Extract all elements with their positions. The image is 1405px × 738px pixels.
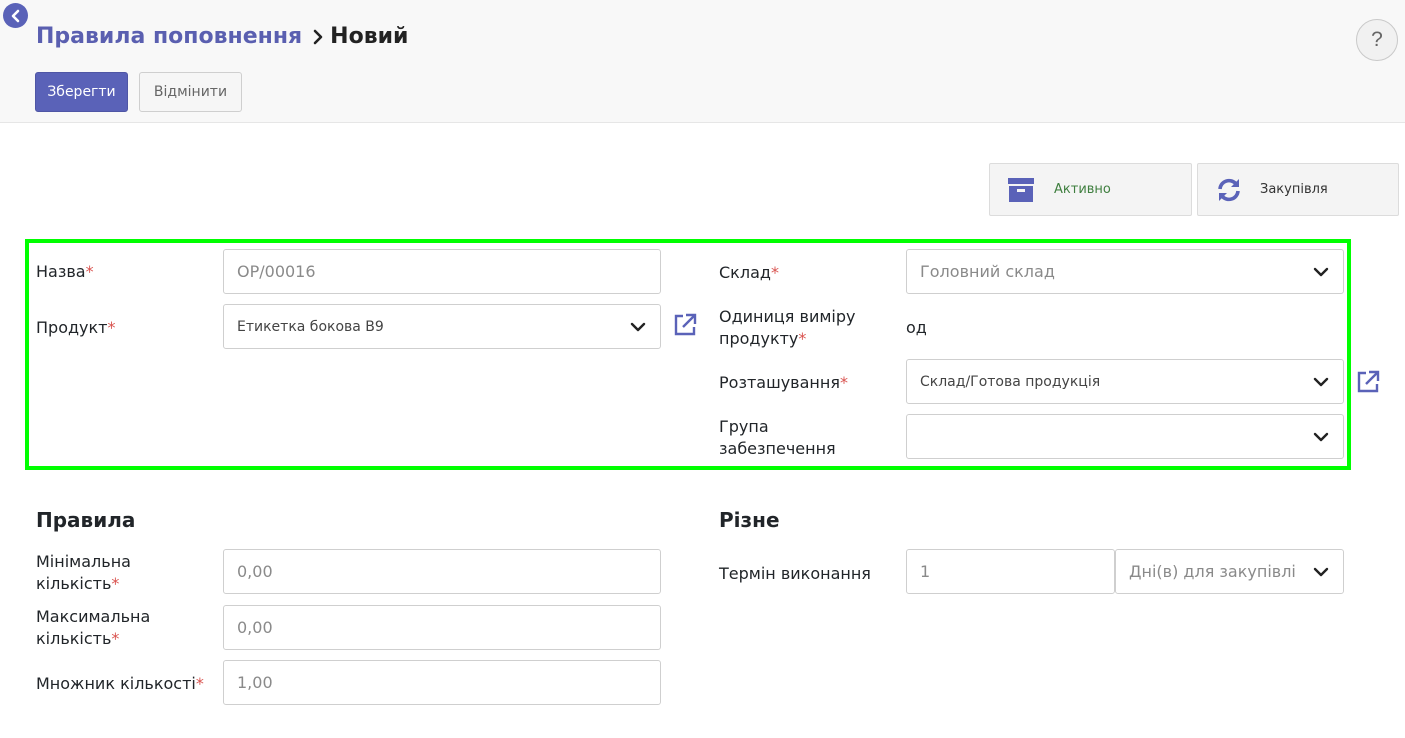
active-toggle-button[interactable]: Активно [989,163,1192,216]
group-select[interactable] [906,414,1344,459]
procurement-button[interactable]: Закупівля [1197,163,1399,216]
chevron-down-icon [1313,377,1329,387]
uom-label: Одиниця виміру продукту* [719,307,856,348]
chevron-down-icon [1313,567,1329,577]
warehouse-label: Склад* [719,263,779,282]
save-button[interactable]: Зберегти [35,72,128,112]
location-select[interactable]: Склад/Готова продукція [906,359,1344,404]
active-label: Активно [1054,182,1111,197]
min-qty-input[interactable]: 0,00 [223,549,661,594]
warehouse-value: Головний склад [920,262,1055,281]
multiple-qty-value: 1,00 [237,673,273,692]
chevron-left-icon [11,9,19,22]
lead-time-label: Термін виконання [719,564,871,583]
rules-title: Правила [36,508,136,532]
lead-time-unit-value: Дні(в) для закупівлі [1129,562,1296,581]
max-qty-value: 0,00 [237,618,273,637]
warehouse-select[interactable]: Головний склад [906,249,1344,294]
lead-time-input[interactable]: 1 [906,549,1115,594]
chevron-down-icon [1313,267,1329,277]
max-qty-input[interactable]: 0,00 [223,605,661,650]
multiple-qty-label: Множник кількості* [36,674,204,693]
min-qty-value: 0,00 [237,562,273,581]
lead-time-unit-select[interactable]: Дні(в) для закупівлі [1115,549,1344,594]
procurement-label: Закупівля [1260,182,1328,197]
archive-icon [1006,175,1036,205]
uom-value: од [906,318,927,337]
group-label: Група забезпечення [719,417,836,458]
location-value: Склад/Готова продукція [920,373,1101,390]
breadcrumb-current: Новий [330,24,409,49]
chevron-down-icon [630,322,646,332]
product-select[interactable]: Етикетка бокова B9 [223,304,661,349]
product-value: Етикетка бокова B9 [237,318,384,335]
external-link-icon[interactable] [1355,369,1381,395]
breadcrumb: Правила поповнення Новий [36,24,408,49]
name-input[interactable]: OP/00016 [223,249,661,294]
chevron-down-icon [1313,432,1329,442]
back-button[interactable] [3,3,28,28]
refresh-icon [1214,175,1244,205]
misc-title: Різне [719,508,780,532]
product-label: Продукт* [36,318,116,337]
discard-button[interactable]: Відмінити [139,72,242,112]
breadcrumb-parent[interactable]: Правила поповнення [36,24,302,49]
multiple-qty-input[interactable]: 1,00 [223,660,661,705]
name-placeholder: OP/00016 [237,262,316,281]
lead-time-value: 1 [920,562,931,581]
external-link-icon[interactable] [672,312,698,338]
name-label: Назва* [36,262,94,281]
help-button[interactable]: ? [1356,19,1398,61]
chevron-right-icon [312,29,324,45]
max-qty-label: Максимальна кількість* [36,607,151,648]
location-label: Розташування* [719,373,848,392]
min-qty-label: Мінімальна кількість* [36,552,131,593]
